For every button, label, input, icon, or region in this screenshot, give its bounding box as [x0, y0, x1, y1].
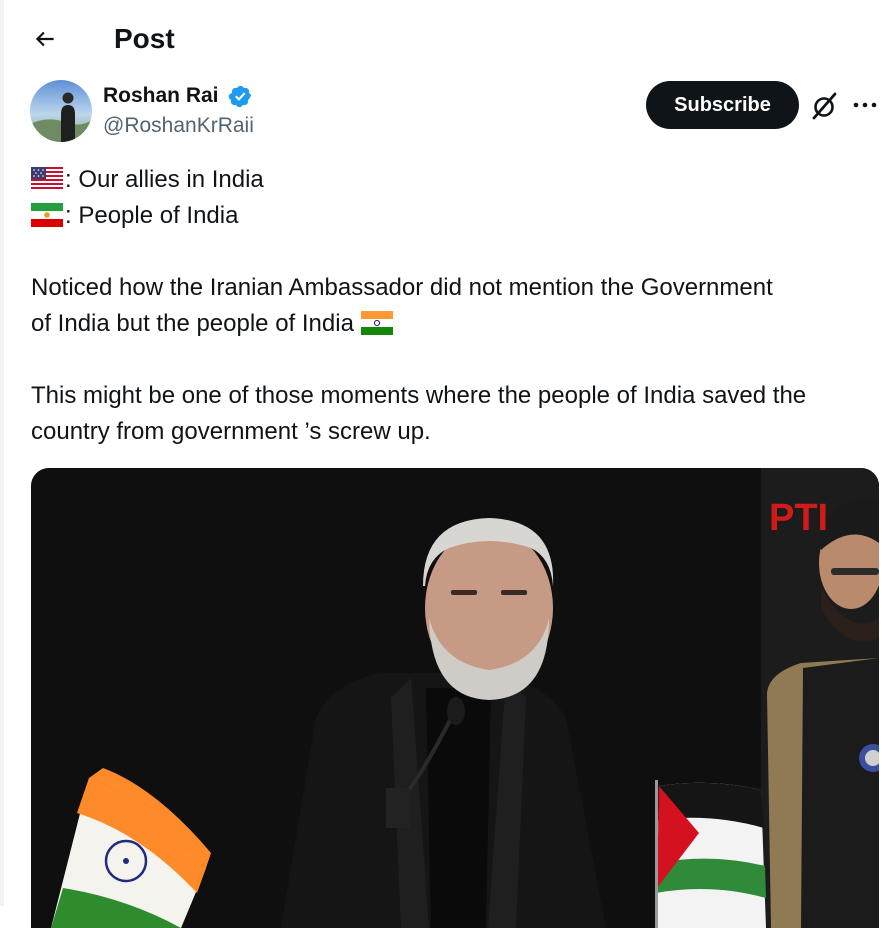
- video-media[interactable]: PTI: [31, 468, 879, 928]
- tweet-line: of India but the people of India: [31, 306, 395, 342]
- tweet-line: : People of India: [31, 198, 238, 234]
- page-title: Post: [114, 23, 175, 54]
- tweet-line-2: : People of India: [65, 202, 239, 229]
- us-flag-icon: [31, 167, 63, 191]
- tweet-paragraph-2-line-2: country from government ’s screw up.: [31, 418, 431, 445]
- arrow-left-icon: [35, 31, 54, 47]
- more-horizontal-icon: [853, 102, 877, 108]
- tweet-paragraph-1-line-1: Noticed how the Iranian Ambassador did n…: [31, 274, 773, 301]
- tweet-line: : Our allies in India: [31, 162, 264, 198]
- left-rail: [0, 0, 4, 906]
- more-options-button[interactable]: [848, 90, 882, 120]
- back-button[interactable]: [26, 20, 64, 58]
- grok-button[interactable]: [808, 89, 842, 123]
- tweet-line-1: : Our allies in India: [65, 166, 264, 193]
- tweet-paragraph-2-line-1: This might be one of those moments where…: [31, 382, 807, 409]
- iran-flag-icon: [31, 203, 63, 227]
- author-name[interactable]: Roshan Rai: [103, 82, 219, 110]
- subscribe-button[interactable]: Subscribe: [646, 81, 799, 129]
- avatar[interactable]: [30, 80, 92, 142]
- india-flag-icon: [360, 311, 393, 335]
- tweet-paragraph-1-line-2: of India but the people of India: [31, 310, 354, 337]
- grok-icon: [812, 92, 837, 120]
- post-header: Post: [0, 0, 884, 78]
- pti-watermark: PTI: [769, 497, 828, 539]
- author-handle[interactable]: @RoshanKrRaii: [103, 112, 254, 140]
- verified-badge-icon: [228, 85, 252, 108]
